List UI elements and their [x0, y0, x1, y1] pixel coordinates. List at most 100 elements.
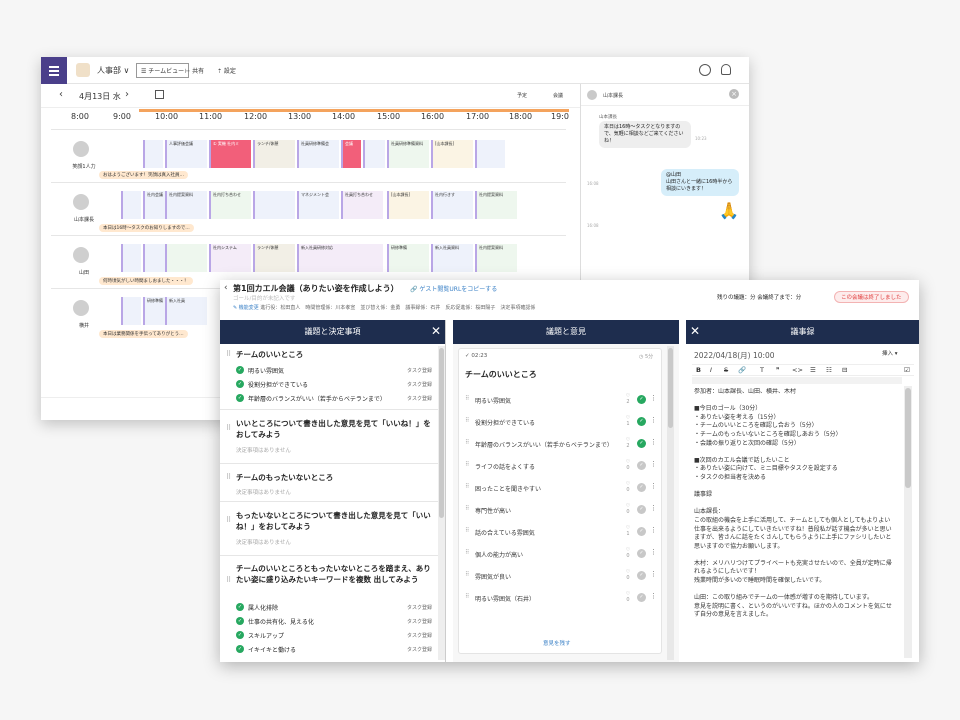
like-count[interactable]: ♡ 1	[623, 525, 633, 537]
goal-placeholder[interactable]: ゴール/目的が未記入です	[233, 294, 295, 302]
bullet-list-icon[interactable]: ☰	[810, 366, 816, 374]
drag-handle-icon[interactable]: ⠿	[465, 483, 469, 490]
guest-url-copy-link[interactable]: 🔗 ゲスト閲覧URLをコピーする	[410, 284, 497, 293]
scrollbar-thumb[interactable]	[905, 388, 911, 488]
opinion-item[interactable]: ⠿ 個人の能力が高い ♡ 0 ✓ ⋮	[465, 547, 657, 561]
event-block[interactable]: [山本課長]	[431, 140, 473, 168]
agenda-item[interactable]: ⠿ チームのいいところともったいないところを踏まえ、ありたい姿に盛り込みたいキー…	[220, 556, 438, 662]
opinion-item[interactable]: ⠿ 明るい雰囲気 ♡ 2 ✓ ⋮	[465, 393, 657, 407]
event-block[interactable]: 会議	[341, 140, 361, 168]
task-register-button[interactable]: タスク登録	[407, 381, 432, 388]
task-register-button[interactable]: タスク登録	[407, 604, 432, 611]
drag-handle-icon[interactable]: ⠿	[465, 593, 469, 600]
event-block[interactable]	[143, 140, 163, 168]
opinion-item[interactable]: ⠿ 年齢層のバランスがいい（若手からベテランまで） ♡ 2 ✓ ⋮	[465, 437, 657, 451]
more-menu-icon[interactable]: ⋮	[650, 460, 657, 468]
event-block[interactable]	[121, 191, 141, 219]
opinion-item[interactable]: ⠿ 明るい雰囲気（石井） ♡ 0 ✓ ⋮	[465, 591, 657, 605]
show-more-opinions-link[interactable]: 意見を残す	[543, 639, 571, 647]
event-block[interactable]: 社内行きす	[431, 191, 473, 219]
heading-button[interactable]: T	[760, 366, 764, 374]
opinion-item[interactable]: ⠿ 専門性が高い ♡ 0 ✓ ⋮	[465, 503, 657, 517]
event-block[interactable]: 社員研修準備会	[297, 140, 339, 168]
back-button[interactable]: ‹	[224, 283, 228, 293]
calendar-icon[interactable]	[155, 90, 164, 99]
event-block[interactable]: 社員打ち合わせ	[341, 191, 383, 219]
opinion-item[interactable]: ⠿ 雰囲気が良い ♡ 0 ✓ ⋮	[465, 569, 657, 583]
agenda-item[interactable]: ⠿ チームのもったいないところ 決定事項はありません	[220, 464, 438, 502]
toolbar-scrollbar[interactable]	[692, 377, 902, 384]
more-menu-icon[interactable]: ⋮	[650, 438, 657, 446]
task-register-button[interactable]: タスク登録	[407, 618, 432, 625]
minutes-editor[interactable]: 参加者：山本課長、山田、横井、木村 ■今日のゴール（30分） ・ありたい姿を考え…	[694, 388, 892, 660]
link-icon[interactable]: 🔗	[738, 366, 746, 374]
task-register-button[interactable]: タスク登録	[407, 632, 432, 639]
opinion-item[interactable]: ⠿ 困ったことを聞きやすい ♡ 0 ✓ ⋮	[465, 481, 657, 495]
event-block[interactable]: 社内打ち合わせ	[209, 191, 251, 219]
check-icon[interactable]: ✓	[637, 483, 646, 492]
team-view-button[interactable]: ☰ チームビュー	[136, 63, 190, 78]
code-icon[interactable]: <>	[792, 366, 803, 374]
like-count[interactable]: ♡ 2	[623, 437, 633, 449]
event-block[interactable]: 社員研修準備資料	[387, 140, 429, 168]
agenda-item[interactable]: ⠿ チームのいいところ ✓ 明るい雰囲気 タスク登録 ✓ 役割分担ができている タスク登…	[220, 344, 438, 410]
drag-handle-icon[interactable]: ⠿	[465, 549, 469, 556]
event-block[interactable]: 新入社員	[165, 297, 207, 325]
agenda-item[interactable]: ⠿ いいところについて書き出した意見を見て「いいね！」をおしてみよう 決定事項は…	[220, 410, 438, 464]
event-block[interactable]: 新入社員研修対応	[297, 244, 383, 272]
drag-handle-icon[interactable]: ⠿	[465, 417, 469, 424]
event-block[interactable]	[253, 191, 295, 219]
drag-handle-icon[interactable]: ⠿	[465, 461, 469, 468]
task-register-button[interactable]: タスク登録	[407, 646, 432, 653]
opinion-item[interactable]: ⠿ ライフの話をよくする ♡ 0 ✓ ⋮	[465, 459, 657, 473]
like-count[interactable]: ♡ 1	[623, 415, 633, 427]
event-block[interactable]: 社内提案資料	[475, 191, 517, 219]
event-block[interactable]	[121, 244, 141, 272]
event-block[interactable]: 社内システム	[209, 244, 251, 272]
drag-handle-icon[interactable]: ⠿	[465, 505, 469, 512]
like-count[interactable]: ♡ 2	[623, 393, 633, 405]
check-icon[interactable]: ✓	[637, 527, 646, 536]
event-block[interactable]: [山本課長]	[387, 191, 429, 219]
like-count[interactable]: ♡ 0	[623, 459, 633, 471]
bell-icon[interactable]	[721, 64, 731, 75]
more-menu-icon[interactable]: ⋮	[650, 416, 657, 424]
adopted-check-icon[interactable]: ✓	[637, 439, 646, 448]
italic-button[interactable]: I	[710, 366, 712, 374]
indent-icon[interactable]: ⊟	[842, 366, 847, 374]
numbered-list-icon[interactable]: ☷	[826, 366, 832, 374]
adopted-check-icon[interactable]: ✓	[637, 417, 646, 426]
next-day-button[interactable]: ›	[125, 89, 129, 100]
event-block[interactable]: 新入社員資料	[431, 244, 473, 272]
event-block[interactable]: 研修準備	[387, 244, 429, 272]
task-register-button[interactable]: タスク登録	[407, 395, 432, 402]
drag-handle-icon[interactable]: ⠿	[226, 473, 231, 481]
drag-handle-icon[interactable]: ⠿	[465, 395, 469, 402]
checklist-icon[interactable]: ☑	[904, 366, 910, 374]
event-block[interactable]	[363, 140, 385, 168]
more-menu-icon[interactable]: ⋮	[650, 592, 657, 600]
check-icon[interactable]: ✓	[637, 505, 646, 514]
drag-handle-icon[interactable]: ⠿	[226, 516, 231, 524]
task-register-button[interactable]: タスク登録	[407, 367, 432, 374]
like-count[interactable]: ♡ 0	[623, 481, 633, 493]
more-menu-icon[interactable]: ⋮	[650, 548, 657, 556]
close-icon[interactable]: ×	[729, 89, 739, 99]
like-count[interactable]: ♡ 0	[623, 503, 633, 515]
adopted-check-icon[interactable]: ✓	[637, 395, 646, 404]
check-icon[interactable]: ✓	[637, 571, 646, 580]
event-block[interactable]: 社内会議	[143, 191, 165, 219]
drag-handle-icon[interactable]: ⠿	[226, 576, 231, 584]
scrollbar-thumb[interactable]	[668, 348, 673, 428]
drag-handle-icon[interactable]: ⠿	[465, 439, 469, 446]
role-edit-link[interactable]: ✎ 機能変更	[233, 305, 259, 311]
drag-handle-icon[interactable]: ⠿	[226, 350, 231, 358]
schedule-toggle[interactable]: 予定	[517, 92, 527, 99]
quote-icon[interactable]: ❞	[776, 366, 780, 374]
close-icon[interactable]: ✕	[431, 324, 441, 338]
event-block[interactable]	[143, 244, 165, 272]
agenda-item[interactable]: ⠿ もったいないところについて書き出した意見を見て「いいね！」をおしてみよう 決…	[220, 502, 438, 556]
close-icon[interactable]: ✕	[690, 324, 700, 338]
check-icon[interactable]: ✓	[637, 461, 646, 470]
check-icon[interactable]: ✓	[637, 549, 646, 558]
